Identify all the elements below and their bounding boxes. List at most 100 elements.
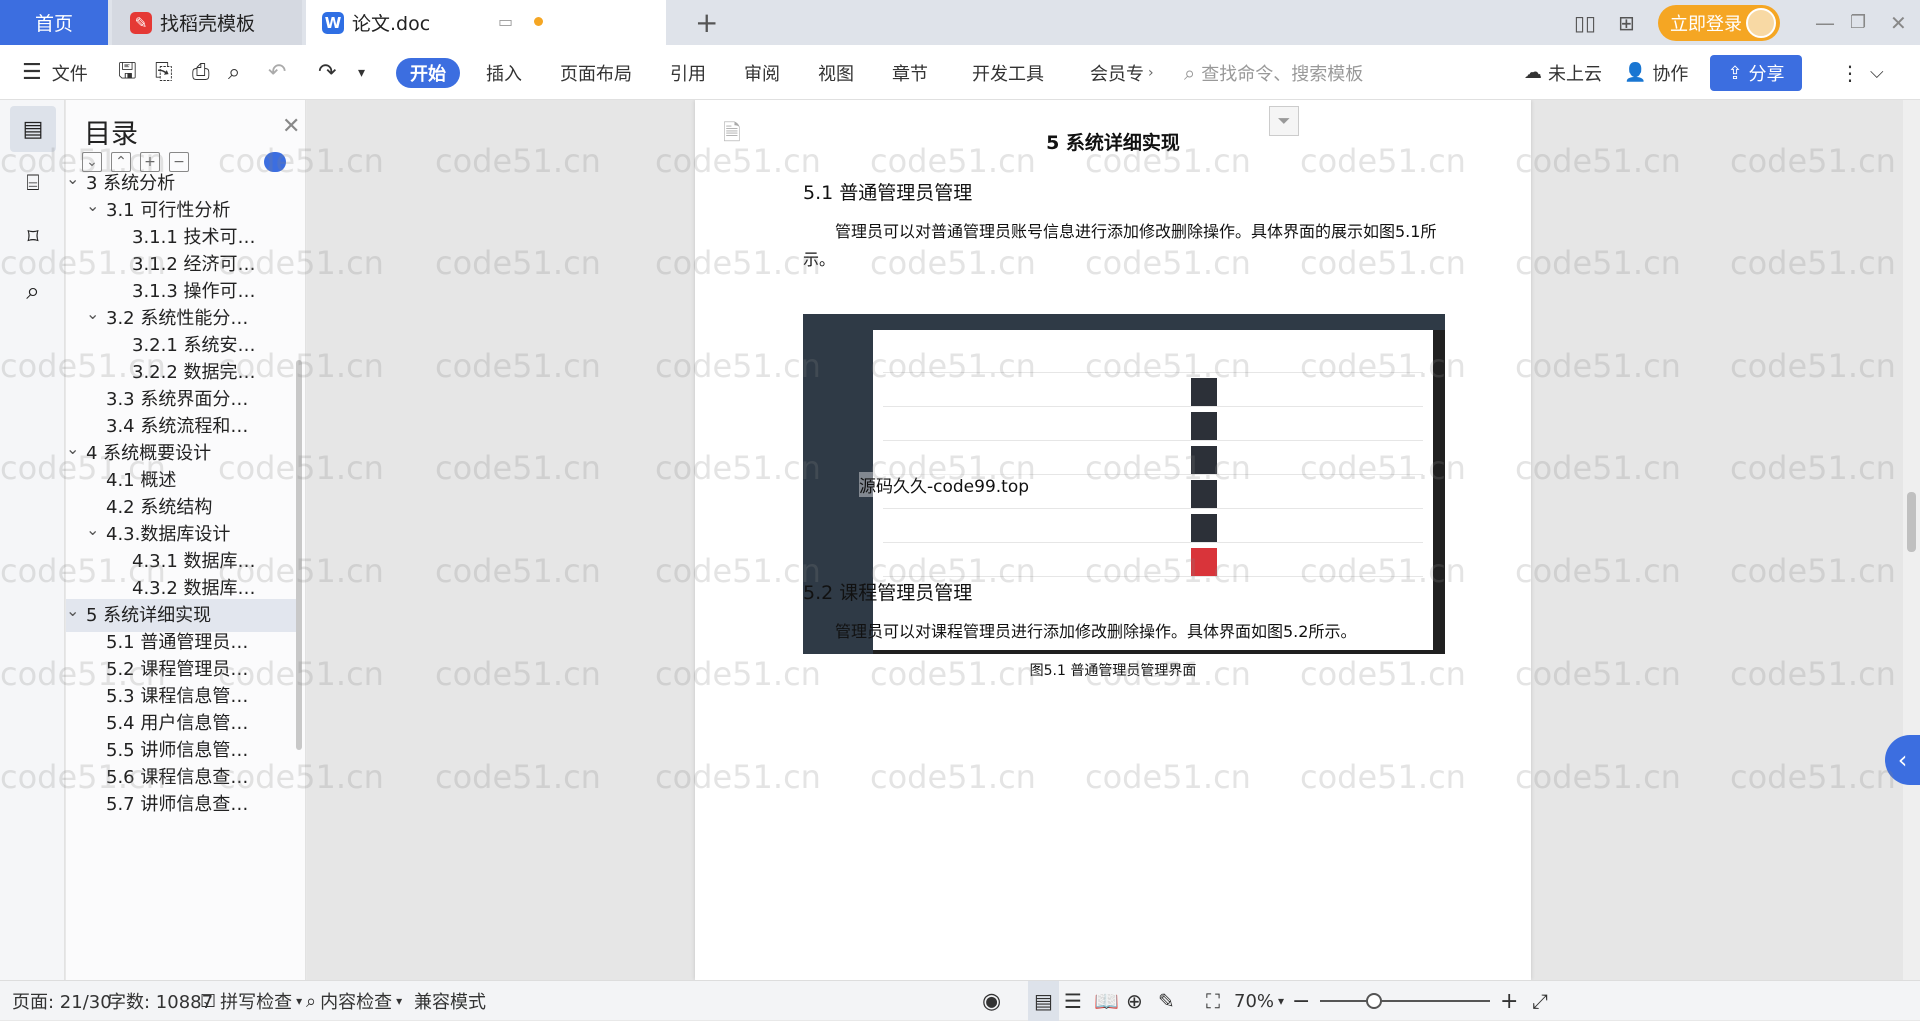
close-icon[interactable]: ✕: [282, 114, 300, 139]
filter-icon[interactable]: ⏷: [1269, 106, 1299, 136]
restore-icon[interactable]: ❐: [1850, 0, 1866, 45]
unsaved-dot-icon: [534, 17, 543, 26]
zoom-in-icon[interactable]: +: [1500, 981, 1518, 1021]
close-window-icon[interactable]: ✕: [1890, 0, 1907, 45]
document-page[interactable]: 🗎 5 系统详细实现 5.1 普通管理员管理 管理员可以对普通管理员账号信息进行…: [695, 100, 1531, 980]
read-mode-icon[interactable]: 📖: [1094, 981, 1119, 1021]
content-check-button[interactable]: ⌕ 内容检查 ▾: [306, 981, 402, 1021]
toc-panel: 目录 ✕ ⌄ ⌃ + − ⌄ 3 系统分析 ⌄ 3.1 可行性分析 3.1.1 技术可……: [66, 100, 306, 980]
page-indicator[interactable]: 页面: 21/30: [12, 981, 112, 1021]
cloud-status-label: 未上云: [1548, 63, 1602, 85]
ribbon-tab-chapter-label: 章节: [892, 63, 928, 85]
ribbon-tab-developer[interactable]: 开发工具: [972, 45, 1044, 100]
file-menu[interactable]: ☰ 文件: [22, 45, 88, 100]
ribbon-tab-review[interactable]: 审阅: [744, 45, 780, 100]
monitor-icon[interactable]: ▭: [498, 12, 513, 31]
bookmark-icon[interactable]: ⌑: [10, 214, 56, 260]
more-options-icon[interactable]: ⋮: [1840, 45, 1860, 100]
tab-home[interactable]: 首页: [0, 0, 108, 45]
chevron-down-icon[interactable]: ⌄: [66, 432, 79, 465]
chevron-down-icon: ▾: [1278, 994, 1285, 1008]
ribbon-tab-view-label: 视图: [818, 63, 854, 85]
chevron-right-icon: ›: [1148, 64, 1154, 81]
ribbon-tab-references[interactable]: 引用: [670, 45, 706, 100]
tab-document-label: 论文.doc: [352, 13, 431, 35]
spell-check-button[interactable]: ☑ 拼写检查 ▾: [200, 981, 302, 1021]
figure-topbar: [803, 314, 1445, 330]
share-icon: ⇪: [1727, 62, 1743, 84]
zoom-out-icon[interactable]: −: [1292, 981, 1310, 1021]
tab-document[interactable]: W 论文.doc ▭: [306, 0, 666, 45]
redo-icon[interactable]: ↷: [318, 45, 336, 100]
chevron-down-icon: ▾: [296, 994, 303, 1008]
content-check-icon: ⌕: [306, 990, 317, 1012]
find-icon[interactable]: ⌕: [10, 268, 56, 314]
ribbon-tab-member[interactable]: 会员专 ›: [1090, 45, 1154, 100]
search-icon: ⌕: [1184, 60, 1196, 85]
ribbon-tab-insert-label: 插入: [486, 63, 522, 85]
zoom-slider-thumb[interactable]: [1366, 993, 1382, 1009]
tab-daoke[interactable]: ✎ 找稻壳模板: [112, 0, 302, 45]
ribbon-tab-insert[interactable]: 插入: [486, 45, 522, 100]
new-tab-plus-icon[interactable]: +: [695, 0, 718, 45]
command-search[interactable]: ⌕ 查找命令、搜索模板: [1184, 45, 1363, 100]
figure-avatar-photo: [1191, 378, 1217, 406]
figure-table-row: [883, 576, 1423, 577]
chevron-down-icon: ▾: [396, 994, 403, 1008]
figure-table-row: [883, 440, 1423, 441]
apps-grid-icon[interactable]: ⊞: [1618, 0, 1635, 45]
toc-title: 目录: [84, 119, 138, 150]
chevron-down-icon[interactable]: ⌄: [86, 297, 99, 330]
collab-button[interactable]: 👤 协作: [1624, 45, 1688, 100]
ribbon-tab-layout[interactable]: 页面布局: [560, 45, 632, 100]
login-button[interactable]: 立即登录: [1658, 5, 1780, 41]
eye-protect-icon[interactable]: ◉: [982, 981, 1001, 1021]
tab-home-label: 首页: [34, 13, 73, 35]
chevron-down-icon[interactable]: ⌄: [66, 162, 79, 195]
page-view-icon[interactable]: ▤: [1028, 981, 1059, 1021]
fullscreen-icon[interactable]: ⤢: [1532, 981, 1548, 1021]
collapse-ribbon-icon[interactable]: ⌵: [1870, 45, 1884, 100]
word-count[interactable]: 字数: 10887: [108, 981, 213, 1021]
minimize-icon[interactable]: —: [1815, 0, 1835, 45]
layout-switch-icon[interactable]: ▯▯: [1574, 0, 1596, 45]
chevron-down-icon[interactable]: ⌄: [86, 513, 99, 546]
ribbon-tab-references-label: 引用: [670, 63, 706, 85]
fit-page-icon[interactable]: ⛶: [1206, 981, 1220, 1021]
section-paragraph: 管理员可以对普通管理员账号信息进行添加修改删除操作。具体界面的展示如图5.1所示…: [803, 222, 1437, 269]
spell-check-label: 拼写检查: [220, 992, 293, 1013]
file-menu-label: 文件: [51, 63, 88, 85]
ribbon-tab-layout-label: 页面布局: [560, 63, 632, 85]
undo-icon[interactable]: ↶: [268, 45, 286, 100]
share-button[interactable]: ⇪ 分享: [1710, 55, 1802, 91]
compat-mode: 兼容模式: [414, 992, 486, 1013]
chevron-left-icon: ‹: [1897, 746, 1908, 774]
outline-view-icon[interactable]: ☰: [1064, 981, 1082, 1021]
toc-item[interactable]: 5.7 讲师信息查…: [66, 788, 298, 821]
write-mode-icon[interactable]: ✎: [1158, 981, 1175, 1021]
export-icon[interactable]: ⎘: [155, 45, 173, 100]
toc-panel-icon[interactable]: ▤: [10, 106, 56, 152]
print-preview-icon[interactable]: ⌕: [228, 45, 240, 100]
document-workspace: 🗎 5 系统详细实现 5.1 普通管理员管理 管理员可以对普通管理员账号信息进行…: [307, 100, 1920, 980]
save-icon[interactable]: 🖫: [118, 45, 137, 100]
print-icon[interactable]: ⎙: [192, 45, 210, 100]
figure-avatar-photo: [1191, 514, 1217, 542]
chevron-down-icon[interactable]: ⌄: [86, 189, 99, 222]
toc-scrollbar[interactable]: [296, 360, 302, 750]
ribbon-tab-start[interactable]: 开始: [396, 58, 460, 88]
navigation-icon[interactable]: ⌸: [10, 160, 56, 206]
figure-avatar-photo: [1191, 446, 1217, 474]
chevron-down-icon[interactable]: ⌄: [66, 594, 79, 627]
zoom-dropdown[interactable]: 70% ▾: [1234, 981, 1284, 1021]
quick-access-dropdown-icon[interactable]: ▾: [358, 45, 365, 100]
document-scrollbar[interactable]: [1903, 100, 1920, 980]
web-view-icon[interactable]: ⊕: [1126, 981, 1143, 1021]
ribbon-tab-view[interactable]: 视图: [818, 45, 854, 100]
scroll-thumb[interactable]: [1907, 492, 1916, 552]
ribbon-tab-chapter[interactable]: 章节: [892, 45, 928, 100]
zoom-slider[interactable]: [1320, 1000, 1490, 1002]
cloud-status[interactable]: ☁ 未上云: [1524, 45, 1602, 100]
cloud-icon: ☁: [1524, 62, 1542, 83]
command-search-placeholder: 查找命令、搜索模板: [1201, 63, 1364, 85]
